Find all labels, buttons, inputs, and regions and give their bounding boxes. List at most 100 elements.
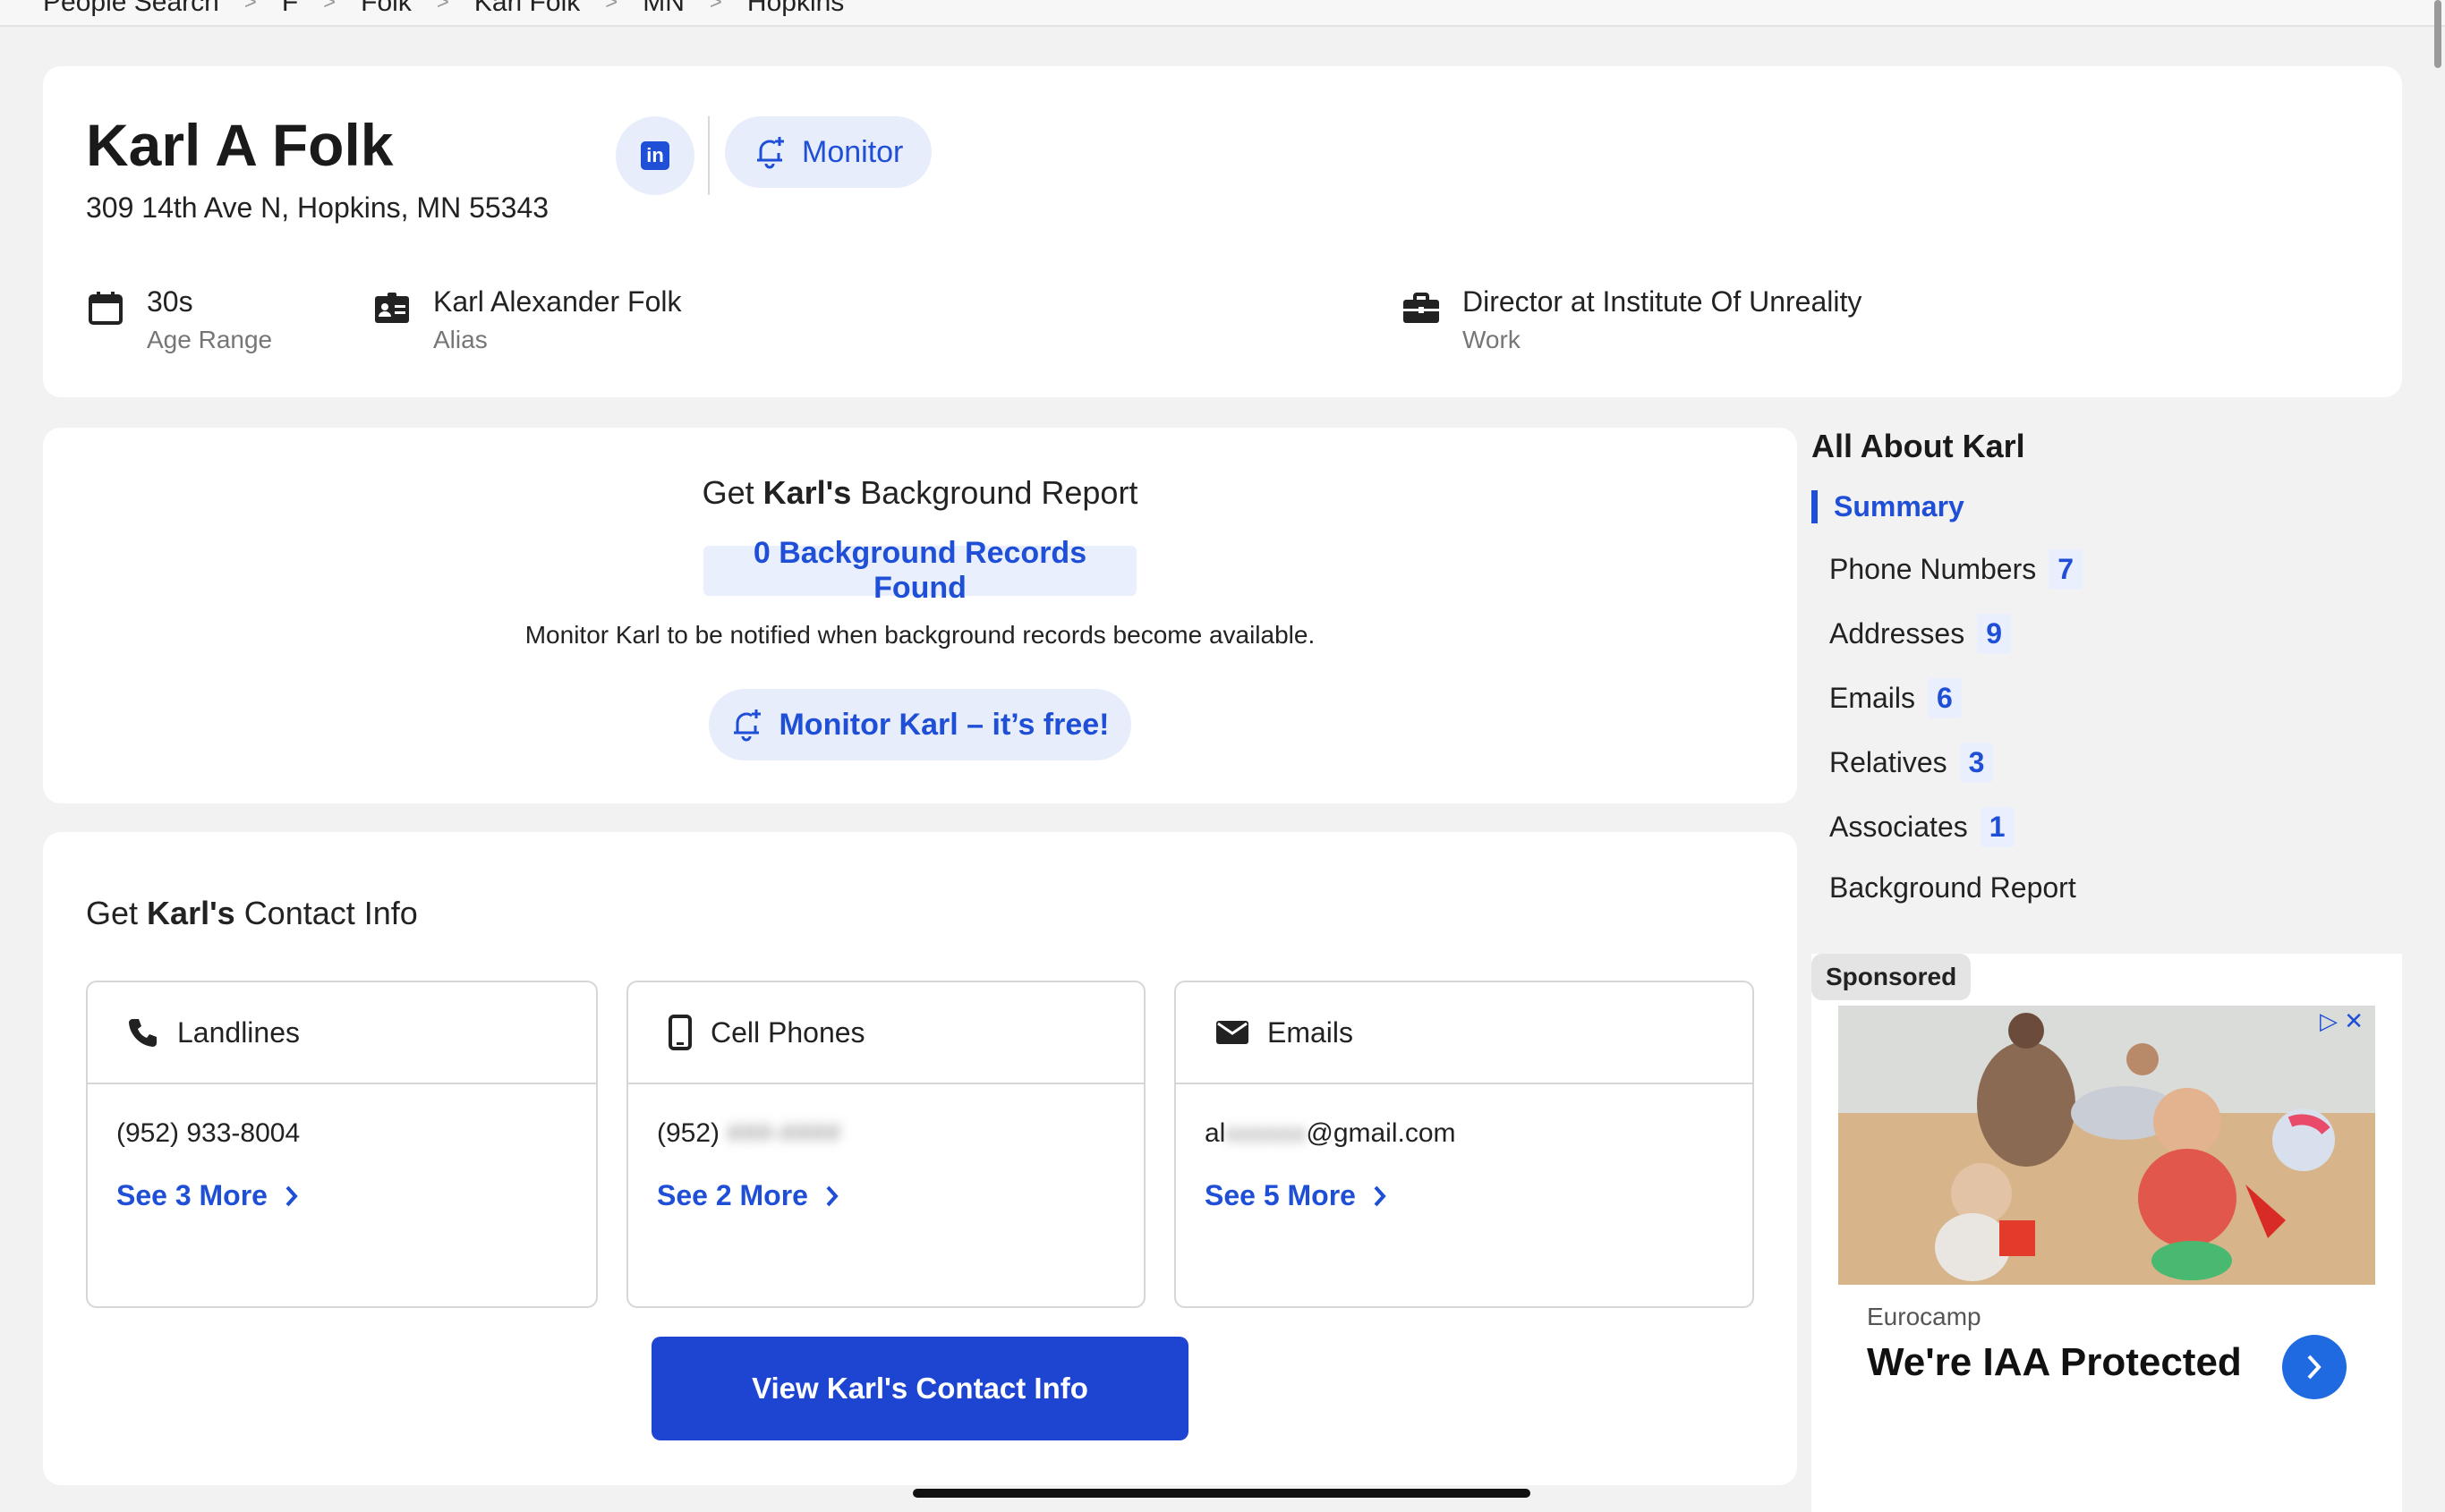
sidebar-item-label: Phone Numbers bbox=[1829, 553, 2037, 585]
bell-plus-icon bbox=[757, 137, 784, 169]
cell-phones-title: Cell Phones bbox=[711, 1015, 865, 1049]
chevron-right-icon bbox=[826, 1185, 839, 1206]
email-value-visible: al bbox=[1205, 1118, 1226, 1148]
landlines-title: Landlines bbox=[177, 1015, 300, 1049]
fact-alias: Karl Alexander Folk Alias bbox=[372, 285, 681, 354]
fact-label: Age Range bbox=[147, 326, 273, 353]
person-address: 309 14th Ave N, Hopkins, MN 55343 bbox=[86, 191, 549, 224]
page-scrollbar[interactable] bbox=[2434, 0, 2441, 68]
fact-value: Director at Institute Of Unreality bbox=[1462, 285, 1862, 318]
briefcase-icon bbox=[1403, 293, 1439, 323]
linkedin-icon: in bbox=[641, 141, 669, 170]
records-found-badge: 0 Background Records Found bbox=[703, 536, 1137, 605]
contact-title-name: Karl's bbox=[147, 895, 235, 931]
sidebar-item-label: Relatives bbox=[1829, 746, 1947, 778]
monitor-button[interactable]: Monitor bbox=[725, 116, 933, 188]
count-badge: 7 bbox=[2049, 549, 2083, 590]
see-more-emails-link[interactable]: See 5 More bbox=[1205, 1179, 1388, 1212]
see-more-label: See 2 More bbox=[657, 1179, 808, 1211]
sidebar-item-label: Associates bbox=[1829, 811, 1968, 843]
email-address: alxxxxxx@gmail.com bbox=[1205, 1118, 1456, 1149]
sidebar-item-label: Addresses bbox=[1829, 617, 1965, 650]
report-note: Monitor Karl to be notified when backgro… bbox=[524, 621, 1316, 649]
profile-card: Karl A Folk 309 14th Ave N, Hopkins, MN … bbox=[43, 66, 2402, 397]
fact-value: 30s bbox=[147, 285, 193, 318]
see-more-label: See 5 More bbox=[1205, 1179, 1356, 1211]
mobile-phone-icon bbox=[669, 1015, 692, 1050]
home-indicator bbox=[913, 1489, 1530, 1498]
bell-plus-icon bbox=[734, 709, 762, 742]
chevron-right-icon: > bbox=[323, 0, 337, 14]
cell-phone-number: (952) ###-#### bbox=[657, 1118, 840, 1149]
sidebar-item-label: Emails bbox=[1829, 682, 1916, 714]
chevron-right-icon: > bbox=[436, 0, 449, 14]
cell-phones-box: Cell Phones (952) ###-#### See 2 More bbox=[626, 981, 1146, 1308]
sidebar-item-associates[interactable]: Associates 1 bbox=[1829, 807, 2015, 847]
count-badge: 6 bbox=[1928, 678, 1962, 718]
sidebar-title: All About Karl bbox=[1811, 428, 2025, 464]
contact-title-suffix: Contact Info bbox=[243, 895, 418, 931]
emails-title: Emails bbox=[1267, 1015, 1354, 1049]
linkedin-button[interactable]: in bbox=[616, 116, 694, 195]
monitor-free-button[interactable]: Monitor Karl – it’s free! bbox=[709, 689, 1131, 760]
sidebar-item-emails[interactable]: Emails 6 bbox=[1829, 678, 1962, 718]
ad-headline[interactable]: We're IAA Protected bbox=[1867, 1340, 2242, 1385]
calendar-icon bbox=[89, 292, 123, 325]
ad-brand: Eurocamp bbox=[1867, 1303, 1981, 1330]
count-badge: 9 bbox=[1977, 614, 2011, 654]
cell-value-hidden: ###-#### bbox=[727, 1118, 841, 1148]
ad-choices-icon[interactable]: ▷ ✕ bbox=[2320, 1007, 2364, 1035]
ad-image[interactable] bbox=[1838, 1006, 2375, 1285]
background-report-card: Get Karl's Background Report 0 Backgroun… bbox=[43, 428, 1797, 803]
see-more-label: See 3 More bbox=[116, 1179, 268, 1211]
breadcrumb-item-people-search[interactable]: People Search bbox=[43, 0, 219, 18]
fact-label: Alias bbox=[433, 326, 488, 353]
landline-value: (952) 933-8004 bbox=[116, 1118, 301, 1148]
view-contact-info-button[interactable]: View Karl's Contact Info bbox=[652, 1337, 1188, 1440]
cell-phones-header: Cell Phones bbox=[628, 982, 1144, 1084]
envelope-icon bbox=[1216, 1021, 1248, 1044]
chevron-right-icon: > bbox=[243, 0, 257, 14]
top-bar: People Search > F > Folk > Karl Folk > M… bbox=[0, 0, 2445, 27]
monitor-button-label: Monitor bbox=[802, 134, 904, 169]
report-title-suffix: Background Report bbox=[860, 474, 1138, 511]
phone-icon bbox=[129, 1019, 157, 1047]
count-badge: 3 bbox=[1959, 743, 1994, 783]
chevron-right-icon bbox=[2307, 1355, 2321, 1380]
profile-facts: 30s Age Range Karl Alexander Folk Alias bbox=[86, 285, 2359, 366]
ad-arrow-button[interactable] bbox=[2282, 1335, 2347, 1399]
fact-value: Karl Alexander Folk bbox=[433, 285, 682, 318]
see-more-cell-phones-link[interactable]: See 2 More bbox=[657, 1179, 840, 1212]
sidebar-item-phone-numbers[interactable]: Phone Numbers 7 bbox=[1829, 549, 2083, 590]
about-sidebar: All About Karl Summary Phone Numbers 7 A… bbox=[1811, 428, 2402, 904]
emails-header: Emails bbox=[1176, 982, 1752, 1084]
breadcrumb-item-state[interactable]: MN bbox=[643, 0, 685, 18]
contact-info-card: Get Karl's Contact Info Landlines (952) … bbox=[43, 832, 1797, 1485]
breadcrumb-item-letter[interactable]: F bbox=[282, 0, 298, 18]
sidebar-item-background-report[interactable]: Background Report bbox=[1829, 871, 2076, 905]
report-title: Get Karl's Background Report bbox=[43, 474, 1797, 512]
sponsored-ad[interactable]: Sponsored ▷ ✕ Eurocamp We're IAA Protect… bbox=[1811, 954, 2402, 1512]
contact-title: Get Karl's Contact Info bbox=[86, 895, 418, 932]
id-card-icon bbox=[375, 293, 409, 323]
chevron-right-icon bbox=[1374, 1185, 1386, 1206]
breadcrumb-item-fullname[interactable]: Karl Folk bbox=[474, 0, 580, 18]
sponsored-badge: Sponsored bbox=[1811, 954, 1972, 1000]
landlines-box: Landlines (952) 933-8004 See 3 More bbox=[86, 981, 598, 1308]
report-title-name: Karl's bbox=[762, 474, 852, 511]
sidebar-item-label: Summary bbox=[1834, 490, 1964, 522]
sidebar-item-label: Background Report bbox=[1829, 871, 2076, 904]
sidebar-item-relatives[interactable]: Relatives 3 bbox=[1829, 743, 1994, 783]
report-title-prefix: Get bbox=[702, 474, 754, 511]
breadcrumb-item-city[interactable]: Hopkins bbox=[747, 0, 844, 18]
cell-value-visible: (952) bbox=[657, 1118, 720, 1148]
monitor-free-label: Monitor Karl – it’s free! bbox=[779, 707, 1110, 742]
breadcrumb: People Search > F > Folk > Karl Folk > M… bbox=[43, 0, 844, 18]
sidebar-item-addresses[interactable]: Addresses 9 bbox=[1829, 614, 2011, 654]
fact-work: Director at Institute Of Unreality Work bbox=[1401, 285, 1861, 354]
email-value-hidden: xxxxxx bbox=[1225, 1118, 1307, 1148]
see-more-landlines-link[interactable]: See 3 More bbox=[116, 1179, 300, 1212]
breadcrumb-item-surname[interactable]: Folk bbox=[361, 0, 412, 18]
ad-beach-illustration bbox=[1838, 1006, 2375, 1285]
sidebar-item-summary[interactable]: Summary bbox=[1811, 490, 1964, 523]
